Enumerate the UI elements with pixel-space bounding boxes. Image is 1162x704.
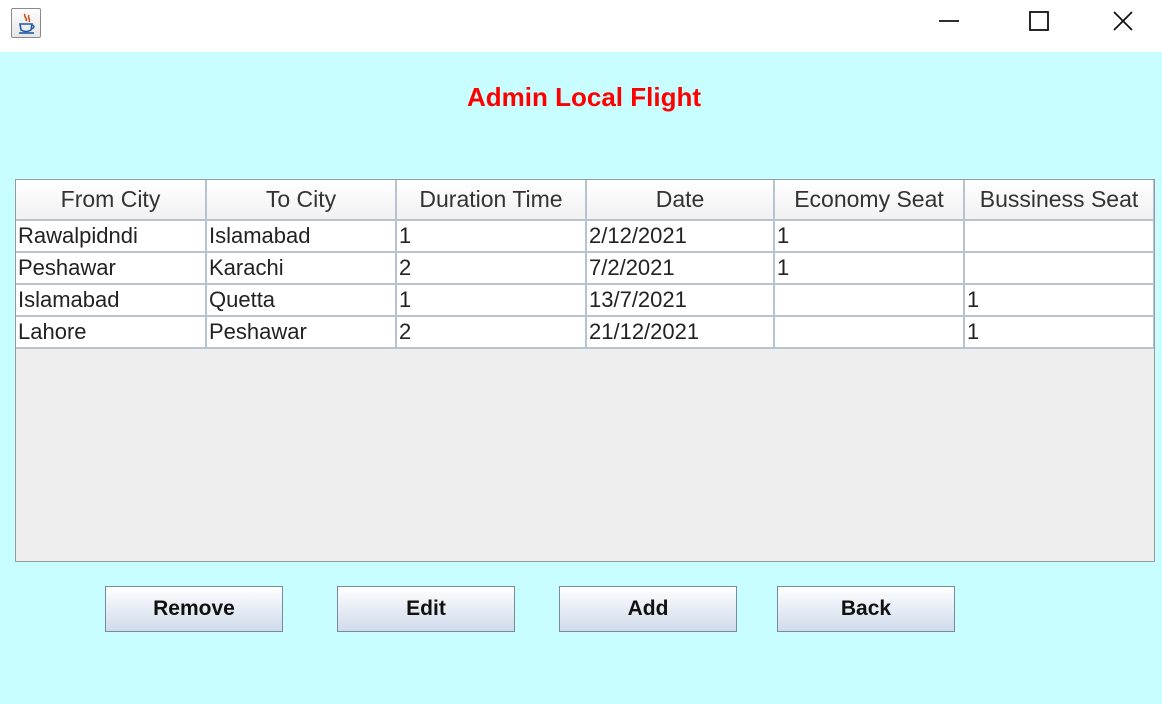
table-row[interactable]: Islamabad Quetta 1 13/7/2021 1 <box>16 284 1154 317</box>
table-row[interactable]: Rawalpidndi Islamabad 1 2/12/2021 1 <box>16 220 1154 253</box>
cell-to-city[interactable]: Quetta <box>206 284 397 317</box>
table-row[interactable]: Peshawar Karachi 2 7/2/2021 1 <box>16 252 1154 285</box>
column-header-date[interactable]: Date <box>586 180 775 221</box>
close-icon <box>1113 11 1133 31</box>
cell-to-city[interactable]: Peshawar <box>206 316 397 349</box>
edit-button[interactable]: Edit <box>337 586 515 632</box>
maximize-icon <box>1029 11 1049 31</box>
page-title: Admin Local Flight <box>467 82 701 112</box>
table-row[interactable]: Lahore Peshawar 2 21/12/2021 1 <box>16 316 1154 349</box>
cell-economy-seat[interactable] <box>774 284 965 317</box>
table-header-row: From City To City Duration Time Date Eco… <box>16 180 1154 221</box>
column-header-duration-time[interactable]: Duration Time <box>396 180 587 221</box>
cell-from-city[interactable]: Lahore <box>16 316 207 349</box>
column-header-from-city[interactable]: From City <box>16 180 207 221</box>
flights-table-panel[interactable]: From City To City Duration Time Date Eco… <box>15 179 1155 562</box>
cell-from-city[interactable]: Islamabad <box>16 284 207 317</box>
content-panel: Admin Local Flight From City To City Dur… <box>0 52 1162 704</box>
add-button[interactable]: Add <box>559 586 737 632</box>
cell-duration-time[interactable]: 2 <box>396 252 587 285</box>
column-header-to-city[interactable]: To City <box>206 180 397 221</box>
column-header-business-seat[interactable]: Bussiness Seat <box>964 180 1154 221</box>
cell-to-city[interactable]: Karachi <box>206 252 397 285</box>
close-button[interactable] <box>1084 0 1162 42</box>
remove-button[interactable]: Remove <box>105 586 283 632</box>
cell-business-seat[interactable] <box>964 252 1154 285</box>
cell-to-city[interactable]: Islamabad <box>206 220 397 253</box>
cell-from-city[interactable]: Rawalpidndi <box>16 220 207 253</box>
cell-economy-seat[interactable] <box>774 316 965 349</box>
cell-duration-time[interactable]: 2 <box>396 316 587 349</box>
minimize-button[interactable] <box>904 0 994 42</box>
column-header-economy-seat[interactable]: Economy Seat <box>774 180 965 221</box>
cell-economy-seat[interactable]: 1 <box>774 220 965 253</box>
cell-date[interactable]: 13/7/2021 <box>586 284 775 317</box>
cell-business-seat[interactable]: 1 <box>964 284 1154 317</box>
minimize-icon <box>939 20 959 22</box>
cell-date[interactable]: 21/12/2021 <box>586 316 775 349</box>
back-button[interactable]: Back <box>777 586 955 632</box>
maximize-button[interactable] <box>994 0 1084 42</box>
java-cup-icon[interactable] <box>11 8 41 38</box>
cell-economy-seat[interactable]: 1 <box>774 252 965 285</box>
app-window: Admin Local Flight From City To City Dur… <box>0 0 1162 704</box>
cell-business-seat[interactable] <box>964 220 1154 253</box>
title-bar <box>0 0 1162 52</box>
flights-table[interactable]: From City To City Duration Time Date Eco… <box>16 180 1154 349</box>
cell-duration-time[interactable]: 1 <box>396 220 587 253</box>
cell-date[interactable]: 7/2/2021 <box>586 252 775 285</box>
cell-duration-time[interactable]: 1 <box>396 284 587 317</box>
cell-from-city[interactable]: Peshawar <box>16 252 207 285</box>
cell-business-seat[interactable]: 1 <box>964 316 1154 349</box>
cell-date[interactable]: 2/12/2021 <box>586 220 775 253</box>
